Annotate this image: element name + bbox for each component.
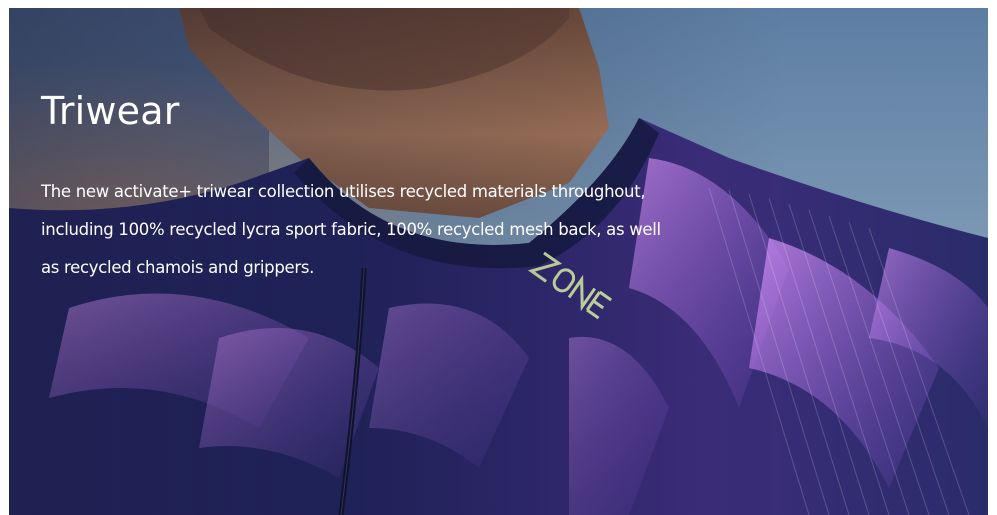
- hero-description: The new activate+ triwear collection uti…: [41, 182, 661, 277]
- hero-title: Triwear: [41, 89, 180, 133]
- triwear-hero-banner: Triwear The new activate+ triwear collec…: [9, 8, 988, 515]
